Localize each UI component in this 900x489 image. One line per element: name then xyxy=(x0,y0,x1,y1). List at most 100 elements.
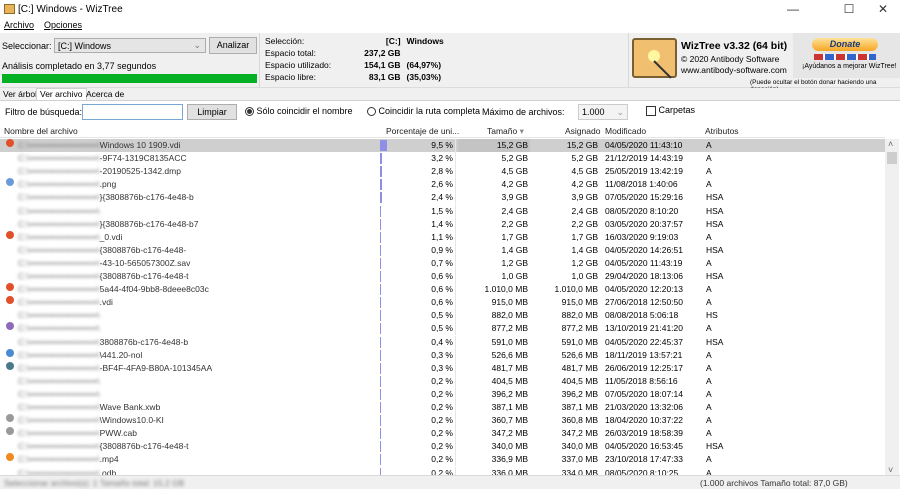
max-files-select[interactable]: 1.000 ⌄ xyxy=(578,104,628,120)
table-row[interactable]: C:\•••••••••••••••••••••••\PWW.cab 0,2 % 3… xyxy=(0,427,885,441)
total-value: 237,2 GB xyxy=(364,48,401,58)
table-row[interactable]: C:\•••••••••••••••••••••••\Windows 10 19… xyxy=(0,139,885,152)
table-row[interactable]: C:\•••••••••••••••••••••••\-20190525-134… xyxy=(0,165,885,179)
menu-archivo[interactable]: Archivo xyxy=(4,20,34,30)
file-name-text: .png xyxy=(99,179,117,190)
pct-value: 3,2 % xyxy=(380,152,456,166)
attrs-value: HSA xyxy=(706,244,724,255)
table-row[interactable]: C:\•••••••••••••••••••••••\ 0,5 % 877,2 MB… xyxy=(0,322,885,336)
blurred-path: C:\•••••••••••••••••••••••\ xyxy=(18,205,100,216)
table-row[interactable]: C:\•••••••••••••••••••••••\\441.20-nol 0,… xyxy=(0,348,885,362)
table-row[interactable]: C:\•••••••••••••••••••••••\{3808876b-c17… xyxy=(0,440,885,454)
tab-ver-archivo[interactable]: Ver archivo xyxy=(36,88,87,100)
table-row[interactable]: C:\•••••••••••••••••••••••\.png 2,6 % 4,2 … xyxy=(0,178,885,192)
pct-value: 0,2 % xyxy=(380,453,456,467)
table-row[interactable]: C:\•••••••••••••••••••••••\ 1,5 % 2,4 GB 2,… xyxy=(0,204,885,218)
size-value: 15,2 GB xyxy=(458,139,530,152)
tab-acerca-de[interactable]: Acerca de xyxy=(83,89,127,101)
col-pct[interactable]: Porcentaje de uni... xyxy=(386,126,459,136)
vertical-scrollbar[interactable]: ˄ ˅ xyxy=(885,139,899,475)
pct-value: 0,5 % xyxy=(380,322,456,336)
table-row[interactable]: C:\•••••••••••••••••••••••\-9F74-1319C81… xyxy=(0,152,885,166)
table-row[interactable]: C:\•••••••••••••••••••••••\.vdi 0,6 % 915,… xyxy=(0,296,885,310)
table-row[interactable]: C:\•••••••••••••••••••••••\\Windows10.0-… xyxy=(0,414,885,428)
folders-checkbox[interactable]: Carpetas xyxy=(646,105,695,116)
menu-bar: Archivo Opciones xyxy=(0,20,900,33)
size-value: 2,2 GB xyxy=(501,218,528,229)
alloc-value: 347,2 MB xyxy=(561,428,598,439)
table-row[interactable]: C:\•••••••••••••••••••••••\-43-10-565057… xyxy=(0,256,885,270)
size-value: 4,5 GB xyxy=(501,166,528,177)
used-pct: (64,97%) xyxy=(406,60,442,70)
col-alloc[interactable]: Asignado xyxy=(565,126,600,136)
pct-value: 2,4 % xyxy=(380,191,456,205)
modified-value: 27/06/2018 12:50:50 xyxy=(605,297,683,308)
status-totals: (1.000 archivos Tamaño total: 87,0 GB) xyxy=(700,478,848,488)
analyze-button[interactable]: Analizar xyxy=(209,37,257,54)
radio-full-path[interactable]: Coincidir la ruta completa xyxy=(367,106,481,117)
pct-value: 0,6 % xyxy=(380,296,456,310)
table-row[interactable]: C:\•••••••••••••••••••••••\}{3808876b-c1… xyxy=(0,217,885,231)
col-name[interactable]: Nombre del archivo xyxy=(4,126,78,136)
size-value: 1,4 GB xyxy=(501,244,528,255)
table-row[interactable]: C:\•••••••••••••••••••••••\5a44-4f04-9bb… xyxy=(0,283,885,297)
alloc-value: 915,0 MB xyxy=(561,297,598,308)
window-title: [C:] Windows - WizTree xyxy=(18,4,123,15)
blurred-path: C:\•••••••••••••••••••••••\ xyxy=(18,402,100,412)
close-button[interactable]: ✕ xyxy=(868,2,898,18)
maximize-button[interactable]: ☐ xyxy=(834,2,864,18)
website-link[interactable]: www.antibody-software.com xyxy=(681,65,787,75)
table-row[interactable]: C:\•••••••••••••••••••••••\ 0,2 % 396,2 MB… xyxy=(0,387,885,401)
search-input[interactable] xyxy=(82,104,183,120)
col-size[interactable]: Tamaño ▾ xyxy=(487,126,524,137)
modified-value: 13/10/2019 21:41:20 xyxy=(605,323,683,334)
alloc-value: 337,0 MB xyxy=(561,454,598,465)
table-row[interactable]: C:\•••••••••••••••••••••••\Wave Bank.xwb… xyxy=(0,401,885,414)
donate-button[interactable]: Donate xyxy=(812,38,878,51)
pct-value: 2,6 % xyxy=(380,178,456,192)
scroll-thumb[interactable] xyxy=(887,152,897,164)
modified-value: 16/03/2020 9:19:03 xyxy=(605,231,679,242)
clear-button[interactable]: Limpiar xyxy=(187,104,237,120)
minimize-button[interactable]: — xyxy=(778,2,808,18)
table-row[interactable]: C:\•••••••••••••••••••••••\.mp4 0,2 % 336,… xyxy=(0,453,885,467)
attrs-value: A xyxy=(706,140,712,150)
alloc-value: 340,0 MB xyxy=(561,441,598,452)
file-name: C:\•••••••••••••••••••••••\-BF4F-4FA9-B8… xyxy=(4,362,376,375)
table-row[interactable]: C:\•••••••••••••••••••••••\}{3808876b-c1… xyxy=(0,191,885,205)
table-row[interactable]: C:\•••••••••••••••••••••••\ 0,2 % 404,5 MB… xyxy=(0,374,885,388)
table-row[interactable]: C:\•••••••••••••••••••••••\_0.vdi 1,1 % 1,… xyxy=(0,230,885,244)
drive-select[interactable]: [C:] Windows ⌄ xyxy=(54,38,206,53)
pct-value: 1,1 % xyxy=(380,230,456,244)
size-value: 1,2 GB xyxy=(501,257,528,268)
tab-ver-arbol[interactable]: Ver árbol xyxy=(0,89,40,101)
file-name: C:\•••••••••••••••••••••••\.odb xyxy=(4,467,376,476)
file-name-text: {3808876b-c176-4e48- xyxy=(99,244,187,255)
scroll-up-icon[interactable]: ˄ xyxy=(888,139,893,149)
table-row[interactable]: C:\•••••••••••••••••••••••\ 0,5 % 882,0 MB… xyxy=(0,309,885,323)
table-row[interactable]: C:\•••••••••••••••••••••••\{3808876b-c17… xyxy=(0,243,885,257)
table-row[interactable]: C:\•••••••••••••••••••••••\.odb 0,2 % 336,… xyxy=(0,466,885,476)
radio-name-only[interactable]: Sólo coincidir el nombre xyxy=(245,106,353,117)
product-name: WizTree v3.32 (64 bit) xyxy=(681,40,788,52)
blurred-path: C:\•••••••••••••••••••••••\ xyxy=(18,192,100,203)
modified-value: 08/05/2020 8:10:20 xyxy=(605,205,679,216)
pct-value: 0,7 % xyxy=(380,256,456,270)
modified-value: 29/04/2020 18:13:06 xyxy=(605,271,683,281)
pct-value: 2,8 % xyxy=(380,165,456,179)
radio-full-path-label: Coincidir la ruta completa xyxy=(378,106,481,116)
scroll-down-icon[interactable]: ˅ xyxy=(888,465,893,475)
col-modified[interactable]: Modificado xyxy=(605,126,646,136)
file-name: C:\•••••••••••••••••••••••\PWW.cab xyxy=(4,427,376,440)
table-row[interactable]: C:\•••••••••••••••••••••••\-BF4F-4FA9-B8… xyxy=(0,361,885,375)
table-row[interactable]: C:\•••••••••••••••••••••••\{3808876b-c17… xyxy=(0,270,885,283)
col-attrs[interactable]: Atributos xyxy=(705,126,739,136)
alloc-value: 1,7 GB xyxy=(571,231,598,242)
table-row[interactable]: C:\•••••••••••••••••••••••\3808876b-c176… xyxy=(0,335,885,349)
radio-unchecked-icon xyxy=(367,107,376,117)
attrs-value: A xyxy=(706,415,712,426)
modified-value: 07/05/2020 15:29:16 xyxy=(605,192,683,203)
size-value: 877,2 MB xyxy=(491,323,528,334)
menu-opciones[interactable]: Opciones xyxy=(44,20,82,30)
pct-value: 0,9 % xyxy=(380,243,456,257)
